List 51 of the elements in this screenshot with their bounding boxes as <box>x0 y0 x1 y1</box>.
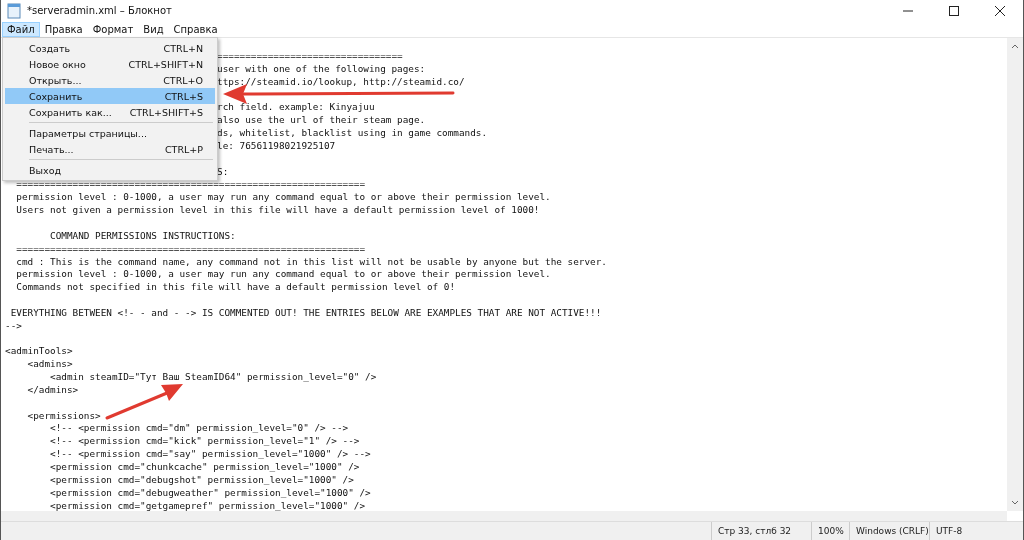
menu-item[interactable]: Создать CTRL+N <box>5 40 215 56</box>
menu-item[interactable]: Выход <box>5 162 215 178</box>
notepad-icon <box>7 2 21 19</box>
code-line: le: 76561198021925107 <box>217 139 336 151</box>
code-line: <permission cmd="chunkcache" permission_level="1000" /> <box>49 461 360 472</box>
code-line: Commands not specified in this file will have a default permission level of 0! <box>15 281 456 293</box>
code-line: <!-- <permission cmd="dm" permission_level="0" /> --> <box>49 422 349 434</box>
code-line: <admin steamID="Тут Ваш SteamID64" permission_level="0" /> <box>49 371 377 383</box>
code-line: user with one of the following pages: <box>217 62 426 74</box>
menu-item[interactable]: Правка <box>39 21 88 37</box>
window-title: *serveradmin.xml – Блокнот <box>27 5 172 16</box>
menu-item[interactable]: Справка <box>168 21 223 37</box>
menu-item[interactable]: Параметры страницы... <box>5 125 215 141</box>
code-line: <!-- <permission cmd="say" permission_level="1000" /> --> <box>49 448 371 460</box>
code-line: <permission cmd="getgamepref" permission_level="1000" /> <box>49 499 366 511</box>
code-line: ============================================================== <box>15 178 366 190</box>
menu-item[interactable]: Сохранить CTRL+S <box>5 88 215 104</box>
encoding: UTF-8 <box>929 522 989 540</box>
code-line: <adminTools> <box>5 345 73 357</box>
menu-item[interactable]: Открыть... CTRL+O <box>5 72 215 88</box>
scroll-up-icon[interactable] <box>1011 43 1019 49</box>
code-line: <permissions> <box>26 409 101 421</box>
menu-item[interactable]: Новое окно CTRL+SHIFT+N <box>5 56 215 72</box>
code-line: <!-- <permission cmd="kick" permission_level="1" /> --> <box>49 435 360 447</box>
code-line: permission level : 0-1000, a user may run any command equal to or above their permission level. <box>15 191 551 203</box>
code-line: ============================================================== <box>15 242 366 254</box>
code-line: also use the url of their steam page. <box>217 114 426 126</box>
code-line: ttps://steamid.io/lookup, http://steamid.co/ <box>217 75 465 87</box>
code-line: COMMAND PERMISSIONS INSTRUCTIONS: <box>49 229 236 241</box>
code-line: ds, whitelist, blacklist using in game commands. <box>217 127 488 139</box>
code-line: ================================= <box>217 50 403 61</box>
scroll-down-icon[interactable] <box>1011 500 1019 506</box>
menu-item[interactable]: Файл <box>2 21 40 37</box>
code-line: permission level : 0-1000, a user may run any command equal to or above their permission level. <box>15 268 551 280</box>
code-line: Users not given a permission level in this file will have a default permission level of 1000! <box>15 204 540 216</box>
menu-item[interactable]: Формат <box>87 21 139 37</box>
code-line: <permission cmd="debugweather" permission_level="1000" /> <box>49 486 371 498</box>
code-line: --> <box>5 319 22 331</box>
line-endings: Windows (CRLF) <box>849 522 929 540</box>
menu-item[interactable]: Вид <box>138 21 169 37</box>
code-line: S: <box>217 165 229 177</box>
code-line: EVERYTHING BETWEEN <!- - and - -> IS COMMENTED OUT! THE ENTRIES BELOW ARE EXAMPLES THAT ARE NOT ACTIVE!!! <box>9 306 602 318</box>
menu-item[interactable]: Печать... CTRL+P <box>5 141 215 157</box>
code-line: cmd : This is the command name, any command not in this list will not be usable by anyone but the server. <box>15 255 607 267</box>
menu-item[interactable]: Сохранить как... CTRL+SHIFT+S <box>5 104 215 120</box>
cursor-position: Стр 33, стлб 32 <box>711 522 811 540</box>
code-line: rch field. example: Kinyajuu <box>217 101 375 113</box>
code-line: </admins> <box>26 383 79 395</box>
code-line: <permission cmd="debugshot" permission_level="1000" /> <box>49 473 354 485</box>
zoom-level: 100% <box>811 522 849 540</box>
code-line: <admins> <box>26 358 73 370</box>
